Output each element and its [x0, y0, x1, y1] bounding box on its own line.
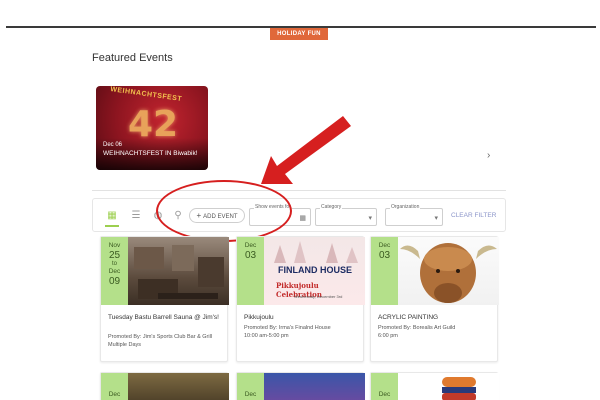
event-image [398, 237, 499, 305]
featured-event-card[interactable]: WEIHNACHTSFEST 42 Dec 06 WEIHNACHTSFEST … [96, 86, 208, 170]
event-card[interactable]: Dec [370, 372, 499, 400]
event-end-month: Dec [108, 268, 121, 275]
event-card[interactable]: Dec 03 FINLAND HOUSE Pikkujoulu Celebrat… [236, 236, 365, 362]
category-label: Category [320, 204, 343, 210]
event-image-brand: FINLAND HOUSE [278, 265, 352, 275]
annotation-arrow [261, 116, 351, 184]
event-card[interactable]: Dec 03 ACRYLIC PAINTING Promoted By: Bor… [370, 236, 499, 362]
organization-select[interactable]: Organization ▾ [385, 204, 443, 226]
event-promoter: Promoted By: Jim's Sports Club Bar & Gri… [108, 334, 213, 340]
event-day: 03 [244, 250, 257, 261]
event-image-subtext: Wednesday, December 3rd [294, 294, 343, 299]
event-date: Dec [371, 373, 398, 400]
event-day: 25 [108, 250, 121, 261]
event-date: Dec [101, 373, 128, 400]
event-date-to: to [111, 261, 117, 267]
event-time: 10:00 am-5:00 pm [244, 333, 289, 339]
list-view-icon[interactable]: ☰ [129, 209, 143, 223]
event-card[interactable]: Dec [236, 372, 365, 400]
event-month: Dec [244, 242, 257, 249]
chevron-down-icon: ▾ [434, 215, 438, 222]
event-time: 6:00 pm [378, 333, 398, 339]
event-image [398, 373, 499, 400]
event-date: Dec 03 [371, 237, 398, 305]
category-select[interactable]: Category ▾ [315, 204, 377, 226]
event-month: Dec [378, 242, 391, 249]
event-card[interactable]: Nov 25 to Dec 09 Tuesday Bastu Barrell S… [100, 236, 229, 362]
featured-card-title: WEIHNACHTSFEST IN Biwabik! [103, 150, 198, 157]
chevron-down-icon: ▾ [368, 215, 372, 222]
event-image [128, 237, 229, 305]
event-promoter: Promoted By: Irma's Finalnd House [244, 325, 331, 331]
event-card[interactable]: Dec [100, 372, 229, 400]
events-toolbar: ▦ ☰ ◍ ⚲ + ADD EVENT Show events for ▦ Cat… [92, 198, 506, 232]
event-end-day: 09 [108, 276, 121, 287]
event-title[interactable]: ACRYLIC PAINTING [378, 313, 496, 322]
event-month: Nov [108, 242, 121, 249]
event-month: Dec [244, 391, 257, 398]
event-image: FINLAND HOUSE Pikkujoulu Celebration Wed… [264, 237, 365, 305]
event-title[interactable]: Pikkujoulu [244, 313, 362, 322]
featured-card-banner: WEIHNACHTSFEST [109, 86, 183, 104]
featured-card-date: Dec 06 [103, 142, 123, 148]
event-title[interactable]: Tuesday Bastu Barrell Sauna @ Jim's! [108, 313, 226, 322]
event-date: Dec 03 [237, 237, 264, 305]
event-time: Multiple Days [108, 342, 142, 348]
event-date: Nov 25 to Dec 09 [101, 237, 128, 305]
clear-filter-button[interactable]: CLEAR FILTER [451, 212, 496, 219]
event-image [264, 373, 365, 400]
event-day: 03 [378, 250, 391, 261]
event-month: Dec [108, 391, 121, 398]
event-date: Dec [237, 373, 264, 400]
event-month: Dec [378, 391, 391, 398]
organization-label: Organization [390, 204, 421, 210]
event-promoter: Promoted By: Borealis Art Guild [378, 325, 456, 331]
calendar-icon[interactable]: ▦ [299, 214, 306, 222]
grid-view-icon[interactable]: ▦ [105, 209, 119, 227]
holiday-badge[interactable]: HOLIDAY FUN [270, 28, 328, 40]
featured-events-heading: Featured Events [92, 52, 173, 64]
carousel-next-chevron-icon[interactable]: › [487, 150, 490, 161]
event-image [128, 373, 229, 400]
